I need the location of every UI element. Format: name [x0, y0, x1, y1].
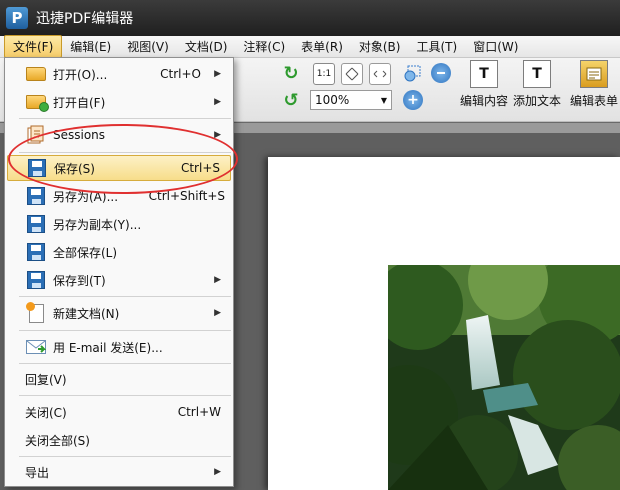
- menu-object[interactable]: 对象(B): [351, 36, 409, 57]
- menu-revert[interactable]: 回复(V): [7, 366, 231, 392]
- menu-file[interactable]: 文件(F): [4, 35, 63, 58]
- submenu-arrow-icon: ▶: [214, 308, 221, 318]
- app-title: 迅捷PDF编辑器: [36, 11, 134, 27]
- edit-content-icon: T: [470, 60, 498, 88]
- menu-separator: [19, 456, 231, 457]
- folder-web-icon: [25, 92, 49, 112]
- menu-revert-label: 回复(V): [25, 372, 67, 387]
- edit-content-button[interactable]: T 编辑内容: [460, 60, 508, 109]
- menu-open-label: 打开(O)...: [53, 67, 108, 82]
- fit-width-button[interactable]: [369, 63, 391, 85]
- menu-separator: [19, 395, 231, 396]
- submenu-arrow-icon: ▶: [214, 467, 221, 477]
- edit-form-label: 编辑表单: [570, 94, 619, 108]
- app-logo: P: [6, 7, 28, 29]
- title-bar: P 迅捷PDF编辑器: [0, 0, 620, 36]
- menu-comment[interactable]: 注释(C): [235, 36, 293, 57]
- menu-save-to[interactable]: 保存到(T) ▶: [7, 267, 231, 293]
- menu-form[interactable]: 表单(R): [293, 36, 351, 57]
- menu-open-from-label: 打开自(F): [53, 95, 106, 110]
- menu-bar: 文件(F) 编辑(E) 视图(V) 文档(D) 注释(C) 表单(R) 对象(B…: [0, 35, 620, 58]
- zoom-select[interactable]: 100% ▼: [310, 90, 392, 110]
- menu-close-shortcut: Ctrl+W: [177, 405, 221, 419]
- highlight-annotation: [8, 124, 238, 194]
- save-to-icon: [25, 270, 47, 290]
- add-text-label: 添加文本: [513, 94, 562, 108]
- fit-page-icon: [345, 67, 359, 81]
- save-all-icon: [25, 242, 47, 262]
- menu-separator: [19, 363, 231, 364]
- save-as-icon: [25, 186, 47, 206]
- file-menu-dropdown: 打开(O)... Ctrl+O ▶ 打开自(F) ▶ Sessions ▶ 保存…: [4, 57, 234, 487]
- edit-content-label: 编辑内容: [460, 94, 509, 108]
- rotate-counterclockwise-icon[interactable]: ↺: [280, 89, 302, 111]
- menu-save-to-label: 保存到(T): [53, 273, 106, 288]
- fit-width-icon: [373, 70, 387, 78]
- menu-edit[interactable]: 编辑(E): [62, 36, 119, 57]
- waterfall-photo: [388, 265, 620, 490]
- submenu-arrow-icon: ▶: [214, 275, 221, 285]
- rotate-clockwise-icon[interactable]: ↻: [280, 62, 302, 84]
- menu-close-all-label: 关闭全部(S): [25, 433, 90, 448]
- add-text-button[interactable]: T 添加文本: [513, 60, 561, 109]
- menu-view[interactable]: 视图(V): [119, 36, 177, 57]
- zoom-value: 100%: [315, 93, 350, 107]
- edit-form-icon: [580, 60, 608, 88]
- fit-page-button[interactable]: [341, 63, 363, 85]
- menu-tools[interactable]: 工具(T): [408, 36, 465, 57]
- menu-separator: [19, 330, 231, 331]
- menu-save-copy-label: 另存为副本(Y)...: [53, 217, 142, 232]
- menu-open-shortcut: Ctrl+O: [160, 67, 201, 81]
- add-text-icon: T: [523, 60, 551, 88]
- menu-document[interactable]: 文档(D): [177, 36, 236, 57]
- menu-close-label: 关闭(C): [25, 405, 67, 420]
- menu-save-all[interactable]: 全部保存(L): [7, 239, 231, 265]
- menu-email[interactable]: 用 E-mail 发送(E)...: [7, 334, 231, 360]
- edit-form-button[interactable]: 编辑表单: [570, 60, 618, 109]
- zoom-marquee-icon: [404, 65, 421, 82]
- menu-window[interactable]: 窗口(W): [465, 36, 526, 57]
- menu-open[interactable]: 打开(O)... Ctrl+O ▶: [7, 61, 231, 87]
- actual-size-button[interactable]: 1:1: [313, 63, 335, 85]
- menu-email-label: 用 E-mail 发送(E)...: [53, 340, 163, 355]
- menu-new-document-label: 新建文档(N): [53, 306, 120, 321]
- submenu-arrow-icon: ▶: [214, 97, 221, 107]
- menu-export-label: 导出: [25, 465, 50, 480]
- menu-separator: [19, 118, 231, 119]
- zoom-selection-button[interactable]: [401, 63, 423, 85]
- folder-open-icon: [25, 64, 47, 84]
- chevron-down-icon: ▼: [380, 95, 387, 105]
- zoom-in-icon[interactable]: +: [403, 90, 423, 110]
- submenu-arrow-icon: ▶: [214, 69, 221, 79]
- save-copy-icon: [25, 214, 47, 234]
- menu-save-copy[interactable]: 另存为副本(Y)...: [7, 211, 231, 237]
- menu-save-all-label: 全部保存(L): [53, 245, 118, 260]
- menu-export[interactable]: 导出 ▶: [7, 459, 231, 485]
- menu-new-document[interactable]: 新建文档(N) ▶: [7, 300, 231, 326]
- menu-separator: [19, 296, 231, 297]
- new-document-icon: [25, 301, 47, 323]
- email-icon: [25, 337, 47, 357]
- menu-open-from[interactable]: 打开自(F) ▶: [7, 89, 231, 115]
- menu-close-all[interactable]: 关闭全部(S): [7, 427, 231, 453]
- menu-close[interactable]: 关闭(C) Ctrl+W: [7, 399, 231, 425]
- zoom-out-icon[interactable]: [431, 63, 451, 83]
